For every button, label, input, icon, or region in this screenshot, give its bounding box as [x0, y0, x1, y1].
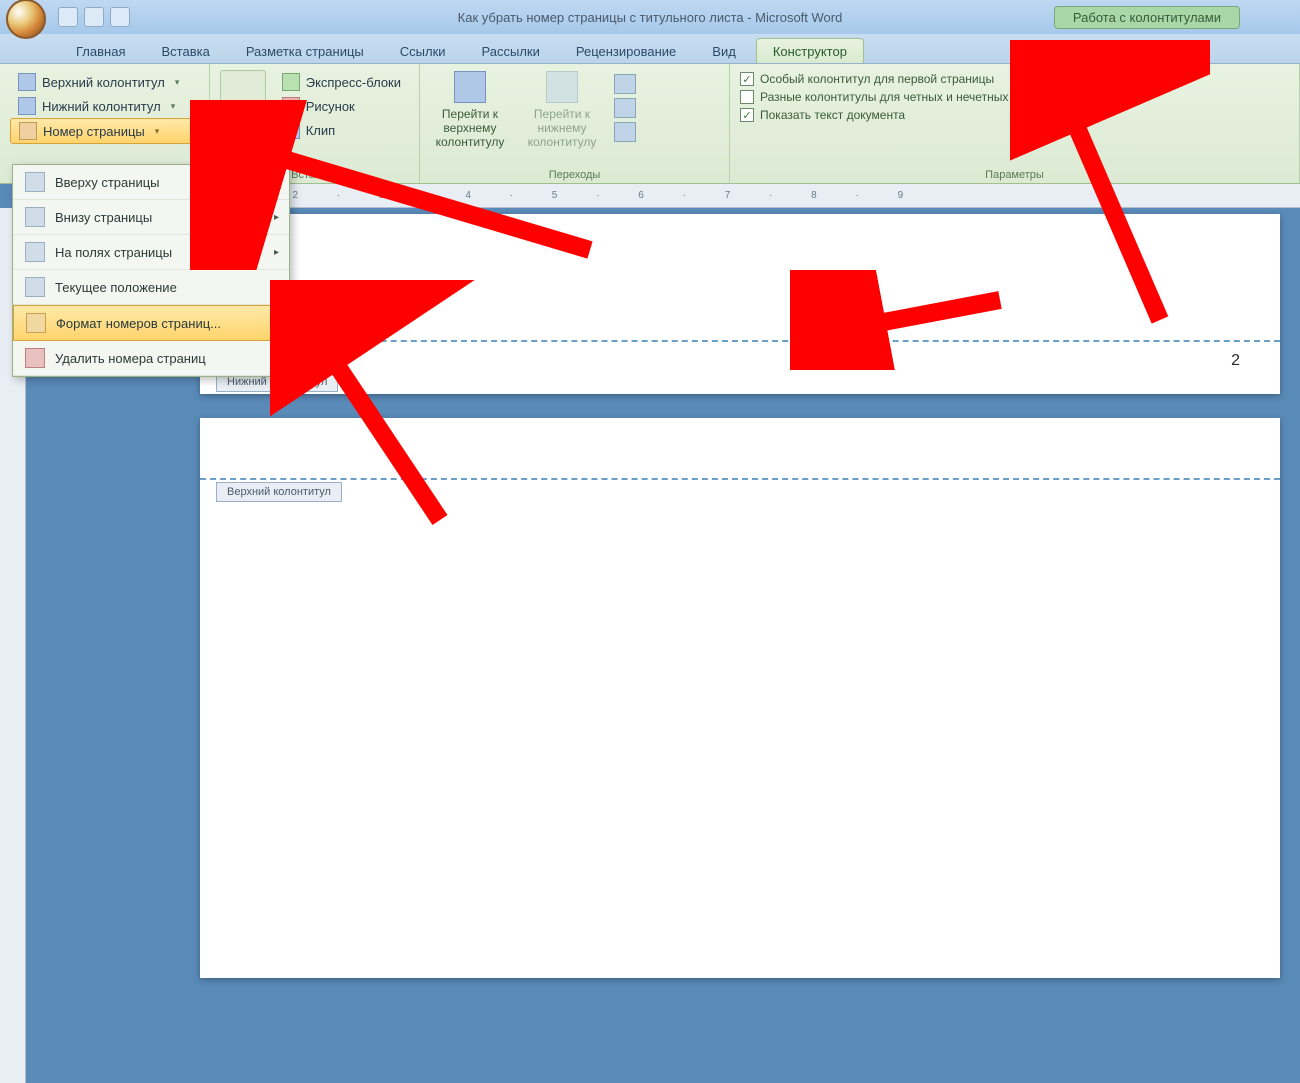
page-number-label: Номер страницы — [43, 124, 145, 139]
window-title: Как убрать номер страницы с титульного л… — [458, 10, 843, 25]
dropdown-item-label: На полях страницы — [55, 245, 172, 260]
first-page-different-checkbox[interactable]: ✓ Особый колонтитул для первой страницы — [740, 70, 1289, 88]
qat-save-icon[interactable] — [58, 7, 78, 27]
page-1[interactable]: 2 Нижний колонтитул — [200, 214, 1280, 394]
tab-insert[interactable]: Вставка — [145, 39, 225, 63]
page-number-icon — [19, 122, 37, 140]
format-icon — [26, 313, 46, 333]
pages-container: 2 Нижний колонтитул Верхний колонтитул — [200, 214, 1280, 1083]
context-tab-header: Работа с колонтитулами — [1054, 6, 1240, 29]
clip-icon — [282, 121, 300, 139]
goto-header-label: Перейти к верхнему колонтитулу — [430, 107, 510, 149]
page-2[interactable]: Верхний колонтитул — [200, 418, 1280, 978]
title-bar: Как убрать номер страницы с титульного л… — [0, 0, 1300, 34]
chevron-right-icon: ▸ — [274, 282, 279, 293]
group-label-navigation: Переходы — [430, 167, 719, 181]
header-icon — [18, 73, 36, 91]
date-time-button[interactable] — [220, 70, 266, 134]
page-top-icon — [25, 172, 45, 192]
tab-view[interactable]: Вид — [696, 39, 752, 63]
page-bottom-icon — [25, 207, 45, 227]
tab-home[interactable]: Главная — [60, 39, 141, 63]
show-document-text-checkbox[interactable]: ✓ Показать текст документа — [740, 106, 1289, 124]
dropdown-item-label: Формат номеров страниц... — [56, 316, 221, 331]
dropdown-format-page-numbers[interactable]: Формат номеров страниц... — [13, 305, 289, 341]
prev-section-icon[interactable] — [614, 74, 636, 94]
clip-label: Клип — [306, 123, 335, 138]
goto-footer-icon — [546, 71, 578, 103]
dropdown-item-label: Удалить номера страниц — [55, 351, 206, 366]
dropdown-item-label: Внизу страницы — [55, 210, 152, 225]
header-tag: Верхний колонтитул — [216, 482, 342, 502]
goto-header-button[interactable]: Перейти к верхнему колонтитулу — [430, 70, 510, 150]
tab-mailings[interactable]: Рассылки — [466, 39, 556, 63]
ribbon-group-options: ✓ Особый колонтитул для первой страницы Р… — [730, 64, 1300, 183]
page-number-button[interactable]: Номер страницы▾ — [10, 118, 199, 144]
odd-even-different-checkbox[interactable]: Разные колонтитулы для четных и нечетных… — [740, 88, 1289, 106]
next-section-icon[interactable] — [614, 98, 636, 118]
dropdown-current-position[interactable]: Текущее положение ▸ — [13, 270, 289, 305]
page-header-area[interactable] — [200, 478, 1280, 480]
picture-icon — [282, 97, 300, 115]
show-document-text-label: Показать текст документа — [760, 108, 905, 122]
dropdown-item-label: Текущее положение — [55, 280, 177, 295]
dropdown-remove-page-numbers[interactable]: Удалить номера страниц — [13, 341, 289, 376]
footer-button[interactable]: Нижний колонтитул▾ — [10, 94, 199, 118]
dropdown-top-of-page[interactable]: Вверху страницы ▸ — [13, 165, 289, 200]
header-button[interactable]: Верхний колонтитул▾ — [10, 70, 199, 94]
quick-access-toolbar — [58, 7, 130, 27]
quick-parts-button[interactable]: Экспресс-блоки — [274, 70, 409, 94]
checkbox-empty-icon — [740, 90, 754, 104]
first-page-different-label: Особый колонтитул для первой страницы — [760, 72, 994, 86]
tab-references[interactable]: Ссылки — [384, 39, 462, 63]
header-button-label: Верхний колонтитул — [42, 75, 165, 90]
qat-undo-icon[interactable] — [84, 7, 104, 27]
picture-label: Рисунок — [306, 99, 355, 114]
dropdown-page-margins[interactable]: На полях страницы ▸ — [13, 235, 289, 270]
dropdown-bottom-of-page[interactable]: Внизу страницы ▸ — [13, 200, 289, 235]
chevron-right-icon: ▸ — [274, 212, 279, 223]
qat-redo-icon[interactable] — [110, 7, 130, 27]
ribbon-tabs: Главная Вставка Разметка страницы Ссылки… — [0, 34, 1300, 64]
quick-parts-label: Экспресс-блоки — [306, 75, 401, 90]
chevron-right-icon: ▸ — [274, 247, 279, 258]
page-number-field[interactable]: 2 — [1231, 352, 1240, 370]
goto-header-icon — [454, 71, 486, 103]
dropdown-item-label: Вверху страницы — [55, 175, 160, 190]
goto-footer-label: Перейти к нижнему колонтитулу — [522, 107, 602, 149]
footer-button-label: Нижний колонтитул — [42, 99, 161, 114]
tab-design[interactable]: Конструктор — [756, 38, 864, 63]
office-button[interactable] — [6, 0, 46, 39]
footer-icon — [18, 97, 36, 115]
page-footer-area[interactable]: 2 — [200, 340, 1280, 370]
link-previous-icon[interactable] — [614, 122, 636, 142]
checkbox-checked-icon: ✓ — [740, 108, 754, 122]
odd-even-different-label: Разные колонтитулы для четных и нечетных… — [760, 90, 1057, 104]
picture-button[interactable]: Рисунок — [274, 94, 409, 118]
page-margins-icon — [25, 242, 45, 262]
remove-icon — [25, 348, 45, 368]
tab-page-layout[interactable]: Разметка страницы — [230, 39, 380, 63]
tab-review[interactable]: Рецензирование — [560, 39, 692, 63]
quick-parts-icon — [282, 73, 300, 91]
ribbon-group-navigation: Перейти к верхнему колонтитулу Перейти к… — [420, 64, 730, 183]
page-number-dropdown: Вверху страницы ▸ Внизу страницы ▸ На поля… — [12, 164, 290, 377]
checkbox-checked-icon: ✓ — [740, 72, 754, 86]
clip-button[interactable]: Клип — [274, 118, 409, 142]
chevron-right-icon: ▸ — [274, 177, 279, 188]
current-position-icon — [25, 277, 45, 297]
group-label-options: Параметры — [740, 167, 1289, 181]
goto-footer-button[interactable]: Перейти к нижнему колонтитулу — [522, 70, 602, 150]
